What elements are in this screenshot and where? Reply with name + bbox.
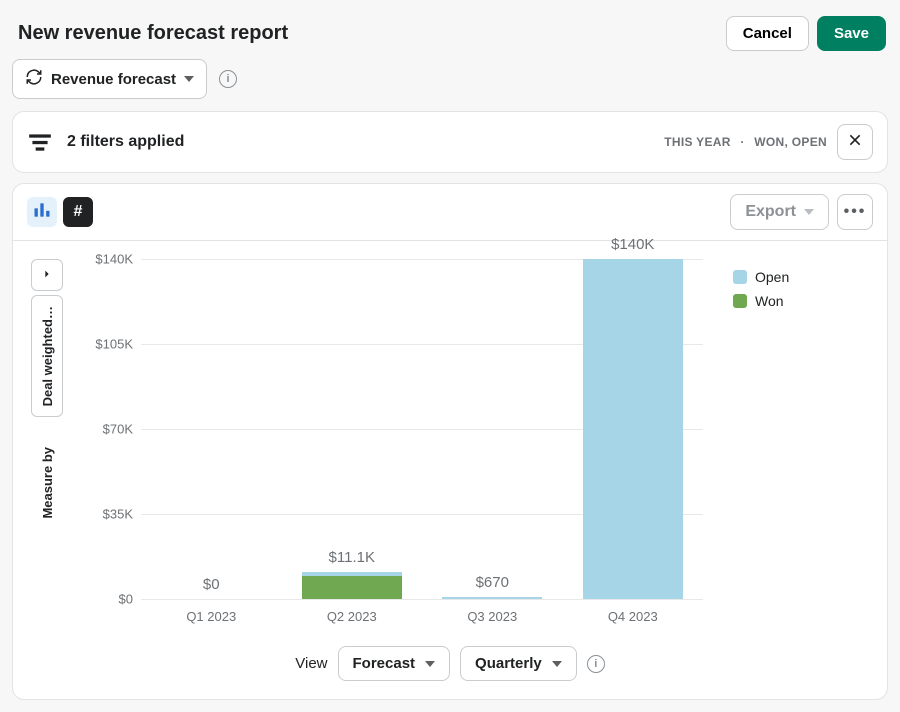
- bar-column[interactable]: $140K: [563, 259, 704, 599]
- bar-column[interactable]: $670: [422, 259, 563, 599]
- table-view-toggle[interactable]: #: [63, 197, 93, 227]
- view-mode-dropdown[interactable]: Forecast: [338, 646, 451, 681]
- x-tick: Q3 2023: [422, 609, 563, 624]
- bar-segment: [442, 597, 542, 599]
- chart-card: # Export ••• Deal weighted… Measure by: [12, 183, 888, 700]
- legend: Open Won: [713, 259, 873, 624]
- view-toggle-group: #: [27, 197, 93, 227]
- export-button[interactable]: Export: [730, 194, 829, 230]
- bar-segment: [302, 576, 402, 599]
- hash-icon: #: [74, 203, 83, 221]
- bar-total-label: $11.1K: [329, 549, 375, 566]
- page-title: New revenue forecast report: [18, 22, 288, 45]
- refresh-icon: [25, 68, 43, 90]
- report-type-label: Revenue forecast: [51, 71, 176, 88]
- bar-column[interactable]: $11.1K: [282, 259, 423, 599]
- y-tick: $105K: [71, 337, 133, 352]
- legend-swatch: [733, 270, 747, 284]
- side-measure-panel: Deal weighted… Measure by: [27, 259, 67, 624]
- chart-area: $0$35K$70K$105K$140K$0$11.1K$670$140K Q1…: [71, 259, 713, 624]
- close-filters-button[interactable]: [837, 124, 873, 160]
- bar-total-label: $670: [476, 574, 509, 591]
- legend-item-open[interactable]: Open: [733, 269, 873, 285]
- chevron-right-icon: [42, 266, 52, 284]
- filters-card: 2 filters applied THIS YEAR · WON, OPEN: [12, 111, 888, 173]
- more-actions-button[interactable]: •••: [837, 194, 873, 230]
- close-icon: [847, 132, 863, 153]
- y-tick: $140K: [71, 252, 133, 267]
- caret-down-icon: [552, 661, 562, 667]
- info-icon[interactable]: i: [219, 70, 237, 88]
- y-tick: $35K: [71, 507, 133, 522]
- y-tick: $0: [71, 592, 133, 607]
- save-button[interactable]: Save: [817, 16, 886, 51]
- chart-controls: View Forecast Quarterly i: [13, 632, 887, 699]
- filter-icon[interactable]: [27, 129, 53, 155]
- top-actions: Cancel Save: [726, 16, 886, 51]
- bar-column[interactable]: $0: [141, 259, 282, 599]
- measure-by-label: Measure by: [40, 447, 55, 519]
- view-label: View: [295, 655, 327, 672]
- bar-total-label: $0: [203, 576, 220, 593]
- x-tick: Q4 2023: [563, 609, 704, 624]
- bar-total-label: $140K: [611, 236, 654, 253]
- y-tick: $70K: [71, 422, 133, 437]
- chart-view-toggle[interactable]: [27, 197, 57, 227]
- filter-summary: THIS YEAR · WON, OPEN: [664, 135, 827, 149]
- caret-down-icon: [425, 661, 435, 667]
- legend-swatch: [733, 294, 747, 308]
- expand-panel-button[interactable]: [31, 259, 63, 291]
- x-tick: Q1 2023: [141, 609, 282, 624]
- info-icon[interactable]: i: [587, 655, 605, 673]
- report-type-dropdown[interactable]: Revenue forecast: [12, 59, 207, 99]
- filters-count: 2 filters applied: [67, 133, 184, 151]
- bar-segment: [583, 259, 683, 599]
- metric-selector[interactable]: Deal weighted…: [31, 295, 63, 417]
- caret-down-icon: [184, 76, 194, 82]
- bar-chart-icon: [32, 200, 52, 225]
- granularity-dropdown[interactable]: Quarterly: [460, 646, 577, 681]
- caret-down-icon: [804, 209, 814, 215]
- cancel-button[interactable]: Cancel: [726, 16, 809, 51]
- dots-icon: •••: [844, 203, 867, 221]
- x-tick: Q2 2023: [282, 609, 423, 624]
- legend-item-won[interactable]: Won: [733, 293, 873, 309]
